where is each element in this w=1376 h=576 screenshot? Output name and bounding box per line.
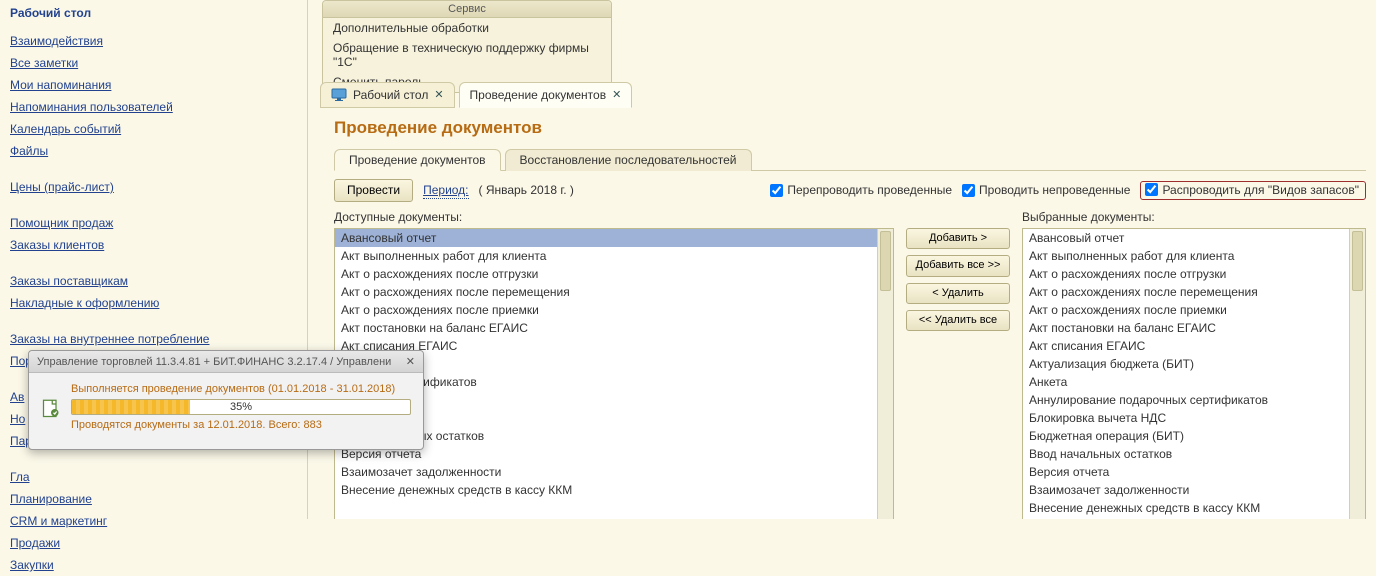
progress-percent: 35% (72, 400, 410, 414)
toolbar: Провести Период: ( Январь 2018 г. ) Пере… (334, 179, 1366, 202)
window-tabs: Рабочий стол ✕ Проведение документов ✕ (320, 82, 636, 108)
add-all-button[interactable]: Добавить все >> (906, 255, 1010, 276)
list-item[interactable]: Анкета (1023, 373, 1365, 391)
period-value: ( Январь 2018 г. ) (479, 183, 574, 197)
list-item[interactable]: Взаимозачет задолженности (335, 463, 893, 481)
checkbox-reprovide-label: Перепроводить проведенные (787, 183, 952, 197)
list-item[interactable]: Акт списания ЕГАИС (1023, 337, 1365, 355)
checkbox-provide-unprovided-input[interactable] (962, 184, 975, 197)
list-item[interactable]: Авансовый отчет (1023, 229, 1365, 247)
selected-title: Выбранные документы: (1022, 210, 1366, 224)
sidebar-item[interactable]: Заказы клиентов (10, 234, 297, 256)
list-item[interactable]: Акт о расхождениях после перемещения (1023, 283, 1365, 301)
scrollbar-thumb[interactable] (1352, 231, 1363, 291)
checkbox-provide-unprovided-label: Проводить непроведенные (979, 183, 1130, 197)
inner-tab[interactable]: Восстановление последовательностей (505, 149, 752, 171)
list-item[interactable]: Блокировка вычета НДС (1023, 409, 1365, 427)
remove-button[interactable]: < Удалить (906, 283, 1010, 304)
document-icon (41, 399, 61, 419)
list-item[interactable]: Акт постановки на баланс ЕГАИС (1023, 319, 1365, 337)
sidebar-item[interactable]: Взаимодействия (10, 30, 297, 52)
tab-label: Рабочий стол (353, 88, 428, 102)
list-item[interactable]: Акт о расхождениях после отгрузки (335, 265, 893, 283)
page-title: Проведение документов (334, 118, 1366, 138)
service-panel: Сервис Дополнительные обработкиОбращение… (322, 0, 612, 93)
sidebar-item[interactable]: Планирование (10, 488, 297, 510)
checkbox-reprovide[interactable]: Перепроводить проведенные (770, 183, 952, 197)
scrollbar[interactable] (877, 229, 893, 519)
sidebar-item[interactable]: Закупки (10, 554, 297, 576)
window-tab[interactable]: Проведение документов ✕ (459, 82, 633, 108)
dialog-message-2: Проводятся документы за 12.01.2018. Всег… (71, 419, 411, 431)
list-item[interactable]: Акт о расхождениях после отгрузки (1023, 265, 1365, 283)
list-item[interactable]: Ввод начальных остатков (1023, 445, 1365, 463)
checkbox-unprovide-stocks[interactable]: Распроводить для "Видов запасов" (1140, 181, 1366, 200)
sidebar-item[interactable]: Файлы (10, 140, 297, 162)
list-item[interactable]: Актуализация бюджета (БИТ) (1023, 355, 1365, 373)
sidebar-item[interactable]: Накладные к оформлению (10, 292, 297, 314)
dialog-message-1: Выполняется проведение документов (01.01… (71, 383, 411, 395)
service-panel-header: Сервис (323, 1, 611, 18)
list-item[interactable]: Взаимозачет задолженности (1023, 481, 1365, 499)
list-item[interactable]: Акт постановки на баланс ЕГАИС (335, 319, 893, 337)
close-icon[interactable]: ✕ (612, 88, 621, 102)
remove-all-button[interactable]: << Удалить все (906, 310, 1010, 331)
sidebar-item[interactable]: Заказы на внутреннее потребление (10, 328, 297, 350)
list-item[interactable]: Авансовый отчет (335, 229, 893, 247)
available-title: Доступные документы: (334, 210, 894, 224)
transfer-buttons: Добавить > Добавить все >> < Удалить << … (906, 210, 1010, 519)
sidebar-item[interactable]: Мои напоминания (10, 74, 297, 96)
list-item[interactable]: Акт выполненных работ для клиента (335, 247, 893, 265)
page-content: Проведение документов Проведение докумен… (334, 112, 1366, 519)
list-item[interactable]: Версия отчета (1023, 463, 1365, 481)
list-item[interactable]: Бюджетная операция (БИТ) (1023, 427, 1365, 445)
two-column-layout: Доступные документы: Авансовый отчетАкт … (334, 210, 1366, 519)
window-tab[interactable]: Рабочий стол ✕ (320, 82, 455, 108)
progress-bar: 35% (71, 399, 411, 415)
sidebar-item[interactable]: Заказы поставщикам (10, 270, 297, 292)
sidebar-item[interactable]: CRM и маркетинг (10, 510, 297, 532)
list-item[interactable]: Акт о расхождениях после приемки (335, 301, 893, 319)
tab-label: Проведение документов (470, 88, 607, 102)
checkbox-unprovide-stocks-input[interactable] (1145, 183, 1158, 196)
scrollbar-thumb[interactable] (880, 231, 891, 291)
sidebar-item[interactable]: Напоминания пользователей (10, 96, 297, 118)
add-button[interactable]: Добавить > (906, 228, 1010, 249)
scrollbar[interactable] (1349, 229, 1365, 519)
progress-dialog: Управление торговлей 11.3.4.81 + БИТ.ФИН… (28, 350, 424, 450)
service-link[interactable]: Дополнительные обработки (323, 18, 611, 38)
run-button[interactable]: Провести (334, 179, 413, 202)
inner-tabs: Проведение документовВосстановление посл… (334, 148, 1366, 171)
sidebar-item[interactable]: Все заметки (10, 52, 297, 74)
service-link[interactable]: Обращение в техническую поддержку фирмы … (323, 38, 611, 72)
list-item[interactable]: Внесение денежных средств в кассу ККМ (335, 481, 893, 499)
checkbox-reprovide-input[interactable] (770, 184, 783, 197)
sidebar-item[interactable]: Цены (прайс-лист) (10, 176, 297, 198)
dialog-title-text: Управление торговлей 11.3.4.81 + БИТ.ФИН… (37, 356, 391, 368)
selected-column: Выбранные документы: Авансовый отчетАкт … (1022, 210, 1366, 519)
selected-list[interactable]: Авансовый отчетАкт выполненных работ для… (1022, 228, 1366, 519)
list-item[interactable]: Акт о расхождениях после перемещения (335, 283, 893, 301)
list-item[interactable]: Акт о расхождениях после приемки (1023, 301, 1365, 319)
list-item[interactable]: Аннулирование подарочных сертификатов (1023, 391, 1365, 409)
list-item[interactable]: Акт выполненных работ для клиента (1023, 247, 1365, 265)
sidebar-item[interactable]: Гла (10, 466, 297, 488)
inner-tab[interactable]: Проведение документов (334, 149, 501, 171)
list-item[interactable]: Внесение денежных средств в кассу ККМ (1023, 499, 1365, 517)
main-area: Сервис Дополнительные обработкиОбращение… (310, 0, 1376, 519)
sidebar-item[interactable]: Продажи (10, 532, 297, 554)
close-icon[interactable]: ✕ (406, 355, 415, 368)
close-icon[interactable]: ✕ (434, 88, 443, 102)
sidebar-item[interactable]: Календарь событий (10, 118, 297, 140)
sidebar-item[interactable]: Помощник продаж (10, 212, 297, 234)
period-link[interactable]: Период: (423, 183, 468, 197)
dialog-titlebar[interactable]: Управление торговлей 11.3.4.81 + БИТ.ФИН… (29, 351, 423, 373)
checkbox-provide-unprovided[interactable]: Проводить непроведенные (962, 183, 1130, 197)
desktop-icon (331, 87, 347, 103)
sidebar-title: Рабочий стол (10, 6, 297, 20)
checkbox-unprovide-stocks-label: Распроводить для "Видов запасов" (1162, 183, 1359, 197)
